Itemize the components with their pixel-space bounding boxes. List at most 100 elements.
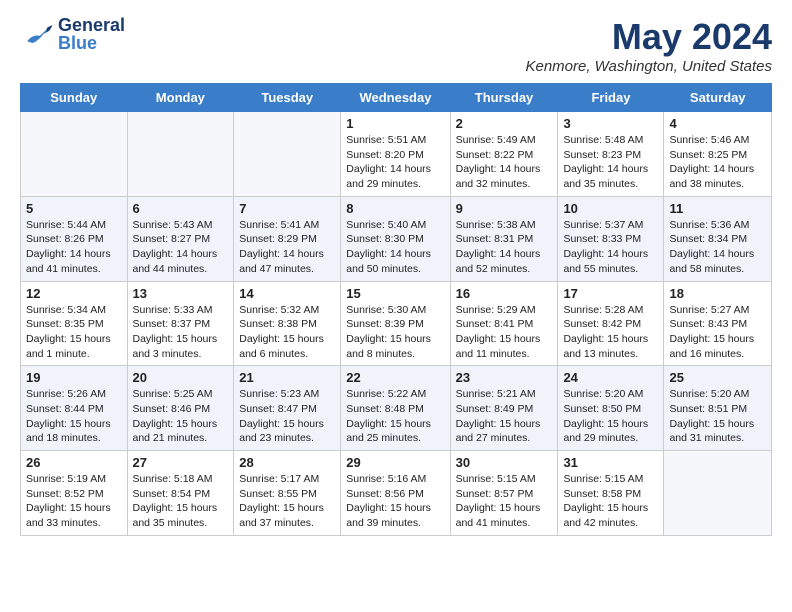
day-info: Sunrise: 5:19 AMSunset: 8:52 PMDaylight:…: [26, 472, 122, 531]
col-saturday: Saturday: [664, 84, 772, 112]
calendar-cell: 2 Sunrise: 5:49 AMSunset: 8:22 PMDaylight…: [450, 112, 558, 197]
month-title: May 2024: [525, 16, 772, 58]
page: General Blue May 2024 Kenmore, Washingto…: [0, 0, 792, 612]
calendar-week-5: 26Sunrise: 5:19 AMSunset: 8:52 PMDayligh…: [21, 451, 772, 536]
day-info: Sunrise: 5:25 AMSunset: 8:46 PMDaylight:…: [133, 387, 229, 446]
day-info: Sunrise: 5:41 AMSunset: 8:29 PMDaylight:…: [239, 218, 335, 277]
day-number: 19: [26, 370, 122, 385]
day-number: 2: [456, 116, 553, 131]
day-number: 25: [669, 370, 766, 385]
day-info: Sunrise: 5:20 AMSunset: 8:51 PMDaylight:…: [669, 387, 766, 446]
calendar-cell: 25 Sunrise: 5:20 AMSunset: 8:51 PMDayligh…: [664, 366, 772, 451]
day-number: 5: [26, 201, 122, 216]
day-number: 10: [563, 201, 658, 216]
calendar-cell: 10 Sunrise: 5:37 AMSunset: 8:33 PMDayligh…: [558, 196, 664, 281]
day-number: 8: [346, 201, 444, 216]
calendar-cell: 8 Sunrise: 5:40 AMSunset: 8:30 PMDaylight…: [341, 196, 450, 281]
day-info: Sunrise: 5:51 AMSunset: 8:20 PMDaylight:…: [346, 133, 444, 192]
day-info: Sunrise: 5:30 AMSunset: 8:39 PMDaylight:…: [346, 303, 444, 362]
calendar-week-2: 5Sunrise: 5:44 AMSunset: 8:26 PMDaylight…: [21, 196, 772, 281]
logo-name: General Blue: [58, 16, 125, 52]
day-info: Sunrise: 5:23 AMSunset: 8:47 PMDaylight:…: [239, 387, 335, 446]
day-number: 17: [563, 286, 658, 301]
calendar-cell: 31 Sunrise: 5:15 AMSunset: 8:58 PMDayligh…: [558, 451, 664, 536]
calendar-cell: 19 Sunrise: 5:26 AMSunset: 8:44 PMDayligh…: [21, 366, 128, 451]
day-number: 14: [239, 286, 335, 301]
calendar-cell: 23 Sunrise: 5:21 AMSunset: 8:49 PMDayligh…: [450, 366, 558, 451]
day-info: Sunrise: 5:48 AMSunset: 8:23 PMDaylight:…: [563, 133, 658, 192]
calendar-cell: 13Sunrise: 5:33 AMSunset: 8:37 PMDayligh…: [127, 281, 234, 366]
calendar-cell: [127, 112, 234, 197]
day-info: Sunrise: 5:15 AMSunset: 8:58 PMDaylight:…: [563, 472, 658, 531]
day-info: Sunrise: 5:21 AMSunset: 8:49 PMDaylight:…: [456, 387, 553, 446]
header: General Blue May 2024 Kenmore, Washingto…: [20, 16, 772, 75]
calendar-cell: 30Sunrise: 5:15 AMSunset: 8:57 PMDayligh…: [450, 451, 558, 536]
calendar-cell: 16Sunrise: 5:29 AMSunset: 8:41 PMDayligh…: [450, 281, 558, 366]
calendar-cell: [664, 451, 772, 536]
day-number: 6: [133, 201, 229, 216]
calendar-cell: 17Sunrise: 5:28 AMSunset: 8:42 PMDayligh…: [558, 281, 664, 366]
day-number: 1: [346, 116, 444, 131]
day-info: Sunrise: 5:43 AMSunset: 8:27 PMDaylight:…: [133, 218, 229, 277]
calendar-cell: 28Sunrise: 5:17 AMSunset: 8:55 PMDayligh…: [234, 451, 341, 536]
day-number: 23: [456, 370, 553, 385]
day-info: Sunrise: 5:18 AMSunset: 8:54 PMDaylight:…: [133, 472, 229, 531]
day-info: Sunrise: 5:40 AMSunset: 8:30 PMDaylight:…: [346, 218, 444, 277]
day-info: Sunrise: 5:49 AMSunset: 8:22 PMDaylight:…: [456, 133, 553, 192]
calendar-cell: 22Sunrise: 5:22 AMSunset: 8:48 PMDayligh…: [341, 366, 450, 451]
day-info: Sunrise: 5:27 AMSunset: 8:43 PMDaylight:…: [669, 303, 766, 362]
col-tuesday: Tuesday: [234, 84, 341, 112]
location: Kenmore, Washington, United States: [525, 58, 772, 75]
day-info: Sunrise: 5:26 AMSunset: 8:44 PMDaylight:…: [26, 387, 122, 446]
col-thursday: Thursday: [450, 84, 558, 112]
day-number: 15: [346, 286, 444, 301]
col-monday: Monday: [127, 84, 234, 112]
calendar-cell: 29 Sunrise: 5:16 AMSunset: 8:56 PMDayligh…: [341, 451, 450, 536]
day-number: 4: [669, 116, 766, 131]
day-number: 28: [239, 455, 335, 470]
calendar-cell: [234, 112, 341, 197]
logo-icon: [20, 16, 56, 52]
day-number: 9: [456, 201, 553, 216]
calendar: Sunday Monday Tuesday Wednesday Thursday…: [20, 83, 772, 536]
day-number: 31: [563, 455, 658, 470]
day-info: Sunrise: 5:34 AMSunset: 8:35 PMDaylight:…: [26, 303, 122, 362]
calendar-cell: 11 Sunrise: 5:36 AMSunset: 8:34 PMDayligh…: [664, 196, 772, 281]
title-block: May 2024 Kenmore, Washington, United Sta…: [525, 16, 772, 75]
calendar-cell: 1 Sunrise: 5:51 AMSunset: 8:20 PMDaylight…: [341, 112, 450, 197]
calendar-cell: 24Sunrise: 5:20 AMSunset: 8:50 PMDayligh…: [558, 366, 664, 451]
day-info: Sunrise: 5:36 AMSunset: 8:34 PMDaylight:…: [669, 218, 766, 277]
logo-blue-text: Blue: [58, 34, 125, 52]
calendar-header-row: Sunday Monday Tuesday Wednesday Thursday…: [21, 84, 772, 112]
calendar-cell: 9Sunrise: 5:38 AMSunset: 8:31 PMDaylight…: [450, 196, 558, 281]
logo-general-text: General: [58, 16, 125, 34]
day-number: 12: [26, 286, 122, 301]
day-number: 29: [346, 455, 444, 470]
calendar-week-1: 1 Sunrise: 5:51 AMSunset: 8:20 PMDaylight…: [21, 112, 772, 197]
day-number: 3: [563, 116, 658, 131]
day-number: 20: [133, 370, 229, 385]
calendar-week-3: 12 Sunrise: 5:34 AMSunset: 8:35 PMDayligh…: [21, 281, 772, 366]
day-info: Sunrise: 5:16 AMSunset: 8:56 PMDaylight:…: [346, 472, 444, 531]
col-friday: Friday: [558, 84, 664, 112]
calendar-cell: 21 Sunrise: 5:23 AMSunset: 8:47 PMDayligh…: [234, 366, 341, 451]
calendar-cell: 20 Sunrise: 5:25 AMSunset: 8:46 PMDayligh…: [127, 366, 234, 451]
calendar-cell: 26Sunrise: 5:19 AMSunset: 8:52 PMDayligh…: [21, 451, 128, 536]
calendar-cell: 6 Sunrise: 5:43 AMSunset: 8:27 PMDaylight…: [127, 196, 234, 281]
day-number: 21: [239, 370, 335, 385]
calendar-week-4: 19 Sunrise: 5:26 AMSunset: 8:44 PMDayligh…: [21, 366, 772, 451]
day-number: 18: [669, 286, 766, 301]
day-number: 27: [133, 455, 229, 470]
day-info: Sunrise: 5:22 AMSunset: 8:48 PMDaylight:…: [346, 387, 444, 446]
calendar-cell: 18 Sunrise: 5:27 AMSunset: 8:43 PMDayligh…: [664, 281, 772, 366]
calendar-cell: 15 Sunrise: 5:30 AMSunset: 8:39 PMDayligh…: [341, 281, 450, 366]
day-info: Sunrise: 5:37 AMSunset: 8:33 PMDaylight:…: [563, 218, 658, 277]
calendar-cell: [21, 112, 128, 197]
col-sunday: Sunday: [21, 84, 128, 112]
calendar-cell: 4 Sunrise: 5:46 AMSunset: 8:25 PMDaylight…: [664, 112, 772, 197]
day-info: Sunrise: 5:46 AMSunset: 8:25 PMDaylight:…: [669, 133, 766, 192]
calendar-cell: 3 Sunrise: 5:48 AMSunset: 8:23 PMDaylight…: [558, 112, 664, 197]
day-number: 11: [669, 201, 766, 216]
calendar-cell: 27 Sunrise: 5:18 AMSunset: 8:54 PMDayligh…: [127, 451, 234, 536]
day-info: Sunrise: 5:20 AMSunset: 8:50 PMDaylight:…: [563, 387, 658, 446]
